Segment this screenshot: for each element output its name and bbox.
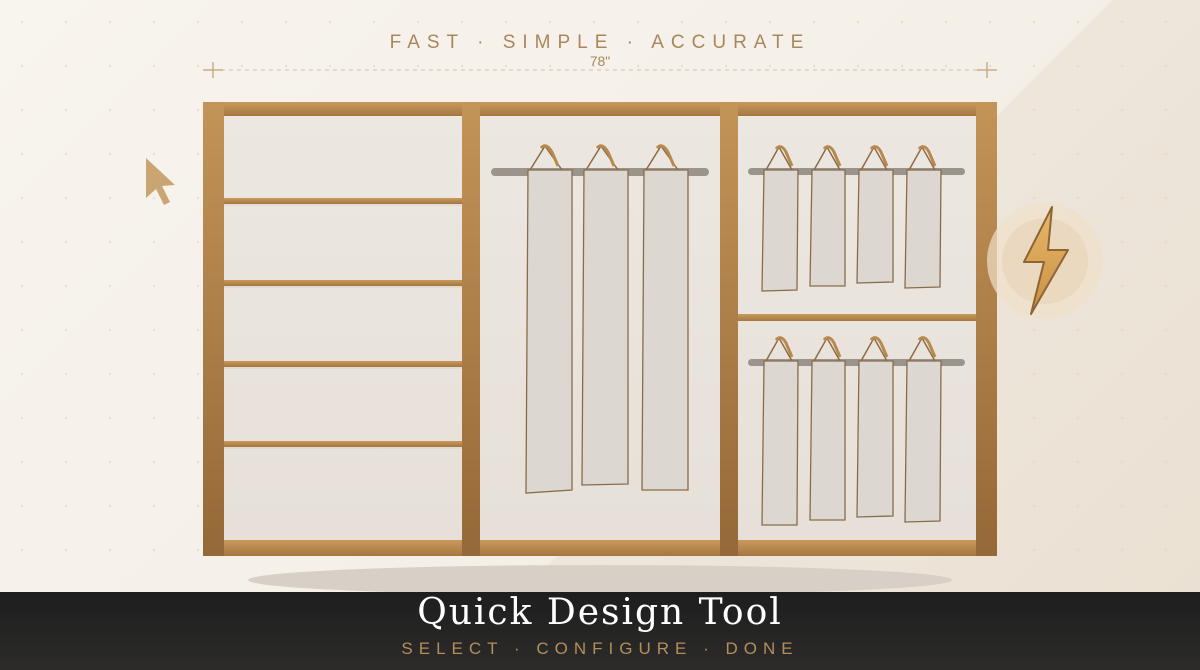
center-garments <box>525 144 689 494</box>
garment <box>581 144 629 486</box>
garment <box>904 336 942 523</box>
right-post <box>976 102 997 556</box>
garment <box>761 336 799 526</box>
lightning-badge <box>987 203 1103 319</box>
footer-subtitle: SELECT · CONFIGURE · DONE <box>401 639 799 658</box>
bottom-rail <box>203 540 997 556</box>
shelf <box>224 280 462 286</box>
footer-banner: Quick Design Tool SELECT · CONFIGURE · D… <box>0 592 1200 670</box>
cursor-arrow-icon <box>146 158 175 205</box>
shelf <box>224 361 462 367</box>
left-compartment-panel <box>224 116 462 540</box>
top-rail <box>203 102 997 116</box>
garment <box>525 144 573 494</box>
right-middle-shelf <box>738 314 976 321</box>
closet-illustration <box>146 62 1103 592</box>
left-post <box>203 102 224 556</box>
shelf <box>224 198 462 204</box>
garment <box>809 336 846 521</box>
garment <box>856 336 894 518</box>
garment <box>641 144 689 491</box>
divider-post <box>720 102 738 556</box>
shelf <box>224 441 462 447</box>
floor-shadow <box>248 565 952 592</box>
width-dimension-line <box>203 62 997 78</box>
footer-title: Quick Design Tool <box>417 592 783 633</box>
divider-post <box>462 102 480 556</box>
